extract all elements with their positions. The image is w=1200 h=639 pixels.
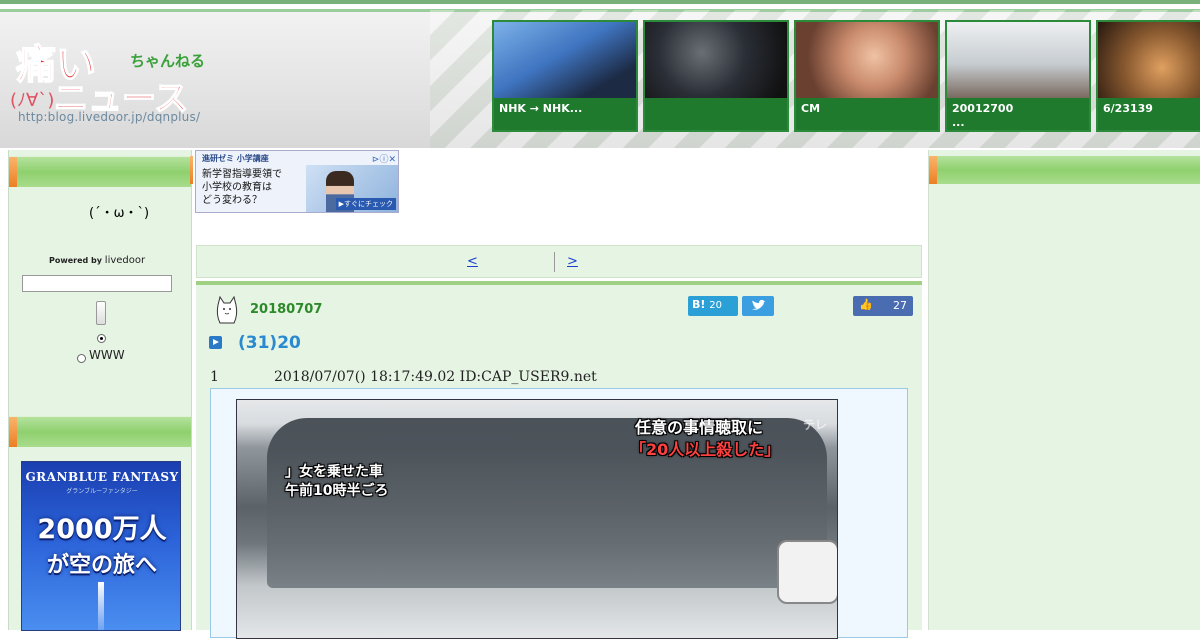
thumbnail-caption: 20012700 ... bbox=[947, 98, 1089, 130]
main-content: 進研ゼミ 小学講座 ⊳ⓘ✕ 新学習指導要領で 小学校の教育は どう変わる？ ▶す… bbox=[193, 150, 928, 639]
thumbnail-1[interactable]: NHK → NHK... bbox=[492, 20, 638, 132]
article: 20180707 B! 20 👍 27 (31)20 1 2018/07/07(… bbox=[196, 285, 922, 639]
powered-by-livedoor[interactable]: Powered by livedoor bbox=[49, 255, 145, 266]
twitter-bird-icon bbox=[752, 299, 766, 310]
right-sidebar-bar bbox=[929, 156, 1200, 184]
facebook-like-button[interactable]: 👍 27 bbox=[853, 296, 913, 316]
news-caption-3: 」女を乗せた車 午前10時半ごろ bbox=[285, 463, 388, 501]
news-screenshot-image[interactable]: テレ 任意の事情聴取に 「20人以上殺した」 」女を乗せた車 午前10時半ごろ bbox=[236, 399, 838, 639]
like-count: 27 bbox=[893, 299, 907, 312]
thumbnail-caption bbox=[645, 98, 787, 130]
search-scope-www-label: WWW bbox=[89, 348, 125, 362]
tweet-button[interactable] bbox=[742, 296, 774, 316]
ad-logo: GRANBLUE FANTASY bbox=[25, 470, 179, 484]
prev-article-link[interactable]: < bbox=[467, 254, 541, 269]
article-navigation: < > bbox=[196, 245, 922, 278]
left-sidebar: (´・ω・`) Powered by livedoor WWW GRANBLUE… bbox=[8, 150, 192, 631]
hatena-bookmark-button[interactable]: B! 20 bbox=[688, 296, 738, 316]
shinken-zemi-ad[interactable]: 進研ゼミ 小学講座 ⊳ⓘ✕ 新学習指導要領で 小学校の教育は どう変わる？ ▶す… bbox=[195, 150, 399, 213]
article-title[interactable]: (31)20 bbox=[238, 333, 301, 353]
livedoor-logo-text: livedoor bbox=[104, 255, 146, 266]
site-header: 痛い ちゃんねる ニュース (ﾉ∀`) http:blog.livedoor.j… bbox=[0, 0, 1200, 148]
thumbnail-caption: 6/23139 bbox=[1098, 98, 1200, 130]
ad-light-beam bbox=[98, 582, 104, 630]
thumbnail-caption: NHK → NHK... bbox=[494, 98, 636, 130]
right-sidebar bbox=[928, 150, 1200, 630]
play-icon bbox=[209, 336, 222, 349]
category-cat-icon bbox=[216, 295, 238, 324]
post-body: テレ 任意の事情聴取に 「20人以上殺した」 」女を乗せた車 午前10時半ごろ bbox=[210, 388, 908, 639]
hatena-count: 20 bbox=[709, 300, 722, 311]
article-date: 20180707 bbox=[250, 302, 323, 317]
next-article-link[interactable]: > bbox=[567, 254, 625, 269]
thumbnail-image bbox=[796, 22, 938, 98]
thumbs-up-icon: 👍 bbox=[859, 298, 873, 311]
ad-choices-icon[interactable]: ⊳ⓘ✕ bbox=[372, 152, 396, 165]
thumbnail-image bbox=[947, 22, 1089, 98]
search-button[interactable] bbox=[96, 301, 106, 325]
ad-headline: 2000万人 bbox=[37, 514, 167, 545]
search-scope-blog-radio[interactable] bbox=[97, 334, 106, 343]
post-number: 1 bbox=[210, 369, 219, 385]
ad-brand: 進研ゼミ 小学講座 bbox=[202, 154, 269, 163]
nav-divider bbox=[554, 252, 555, 272]
ad-text: 新学習指導要領で 小学校の教育は どう変わる？ bbox=[202, 169, 282, 206]
logo-ch-text: ちゃんねる bbox=[130, 52, 205, 70]
face-emoticon-icon: (´・ω・`) bbox=[89, 206, 150, 221]
sidebar-header-bar bbox=[9, 156, 191, 187]
ad-cta-button[interactable]: ▶すぐにチェック bbox=[335, 198, 396, 210]
ad-sub-logo: グランブルーファンタジー bbox=[66, 488, 138, 495]
thumbnail-3[interactable]: CM bbox=[794, 20, 940, 132]
news-caption-1: 任意の事情聴取に bbox=[635, 418, 764, 437]
thumbnail-5[interactable]: 6/23139 bbox=[1096, 20, 1200, 132]
thumbnail-4[interactable]: 20012700 ... bbox=[945, 20, 1091, 132]
granblue-fantasy-ad[interactable]: GRANBLUE FANTASY グランブルーファンタジー 2000万人 が空の… bbox=[21, 461, 181, 631]
thumbnail-caption: CM bbox=[796, 98, 938, 130]
powered-by-text: Powered by bbox=[49, 256, 102, 265]
thumbnail-image bbox=[1098, 22, 1200, 98]
thumbnail-2[interactable] bbox=[643, 20, 789, 132]
news-caption-2: 「20人以上殺した」 bbox=[630, 436, 780, 460]
news-caption-3a: 」女を乗せた車 bbox=[285, 464, 383, 480]
ad-headline-2: が空の旅へ bbox=[46, 553, 157, 578]
thumbnail-image bbox=[645, 22, 787, 98]
hatena-label: B! bbox=[692, 298, 706, 311]
search-input[interactable] bbox=[22, 275, 172, 292]
tv-channel-mark: テレ bbox=[803, 418, 828, 432]
post-meta: 2018/07/07() 18:17:49.02 ID:CAP_USER9.ne… bbox=[274, 369, 597, 385]
search-scope-www-radio[interactable] bbox=[77, 354, 86, 363]
thumbnail-image bbox=[494, 22, 636, 98]
sidebar-section-bar bbox=[9, 416, 191, 447]
car-mirror bbox=[777, 540, 837, 604]
news-caption-2-text: 「20人以上殺した」 bbox=[630, 440, 781, 459]
news-caption-3b: 午前10時半ごろ bbox=[285, 483, 389, 499]
logo-url[interactable]: http:blog.livedoor.jp/dqnplus/ bbox=[18, 110, 200, 124]
logo-face-text: (ﾉ∀`) bbox=[10, 90, 54, 111]
